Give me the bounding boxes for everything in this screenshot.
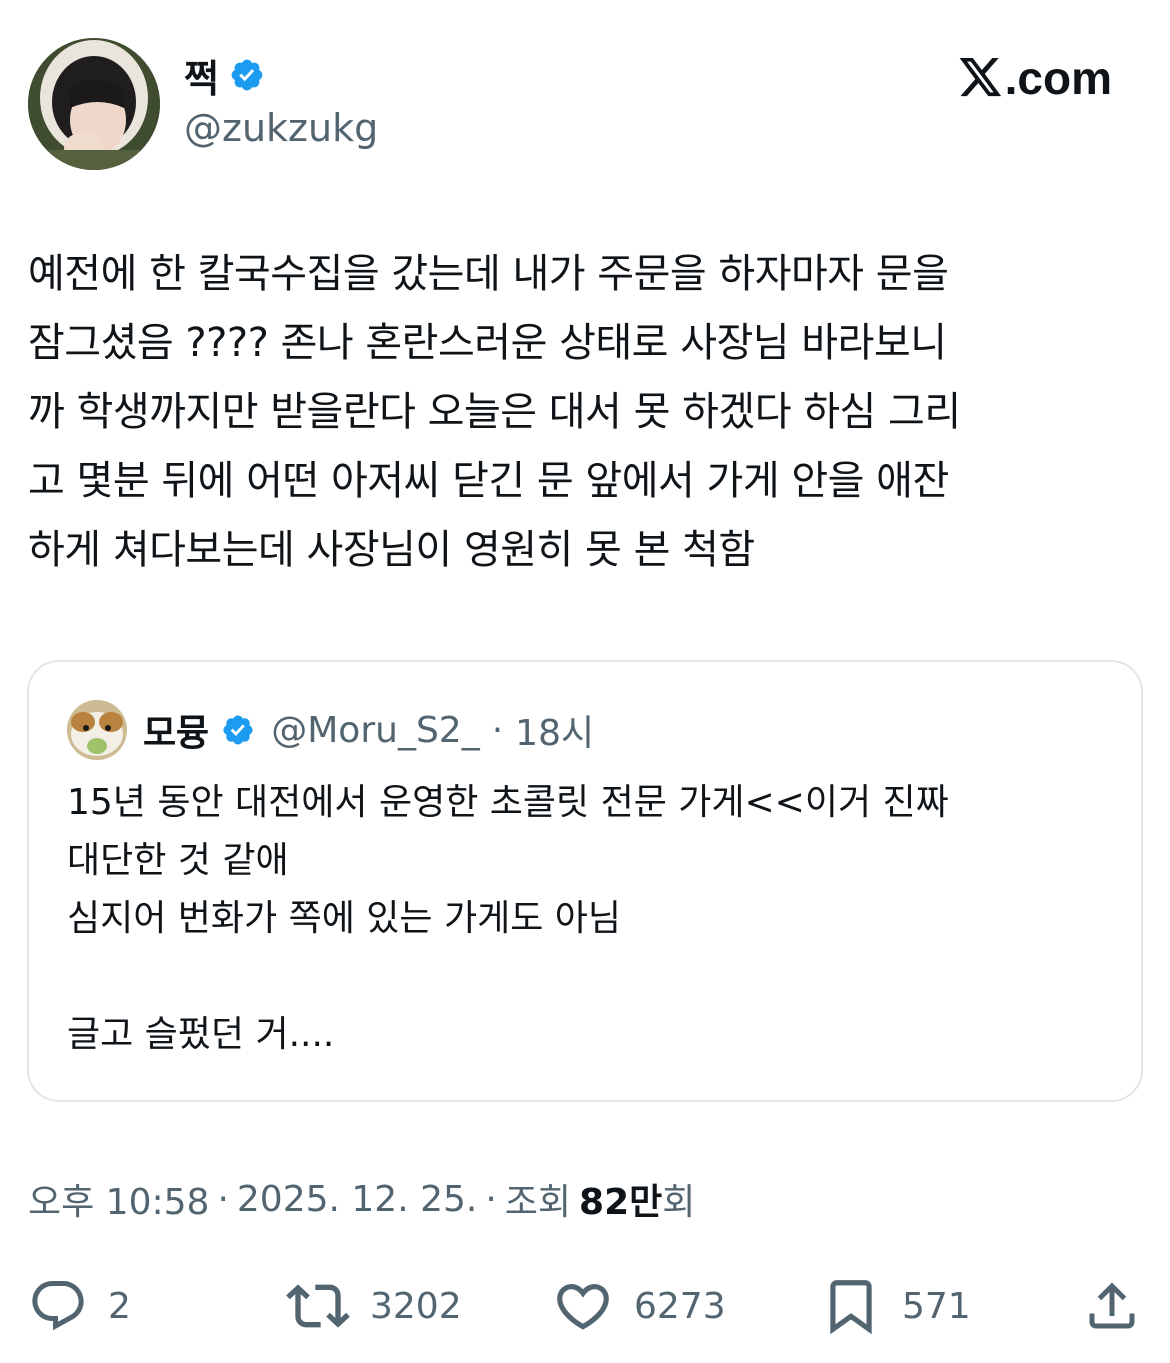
quoted-author-avatar[interactable] [67,700,127,760]
separator-dot: · [217,1178,229,1220]
tweet-line: 고 몇분 뒤에 어떤 아저씨 닫긴 문 앞에서 가게 안을 애잔 [28,458,949,504]
separator-dot: · [491,709,504,751]
tweet-text: 예전에 한 칼국수집을 갔는데 내가 주문을 하자마자 문을 잠그셨음 ????… [28,240,1146,585]
action-bar: 2 3202 6273 571 [28,1272,1142,1340]
tweet-meta: 오후 10:58 · 2025. 12. 25. · 조회 82만 회 [28,1172,695,1226]
brand-label: .com [1004,52,1112,104]
quoted-handle[interactable]: @Moru_S2_ [271,710,479,751]
author-name-row: 쩍 [184,48,265,103]
share-button[interactable] [1082,1272,1142,1340]
quoted-tweet-card[interactable]: 모뮹 @Moru_S2_ · 18시 15년 동안 대전에서 운영한 초콜릿 전… [27,660,1143,1102]
post-date[interactable]: 2025. 12. 25. [237,1179,477,1220]
views-suffix: 회 [662,1182,696,1223]
reply-icon [32,1281,84,1331]
quoted-tweet-header: 모뮹 @Moru_S2_ · 18시 [67,700,594,760]
quoted-line: 15년 동안 대전에서 운영한 초콜릿 전문 가게<<이거 진짜 [67,782,949,823]
repost-count: 3202 [370,1285,462,1327]
like-count: 6273 [634,1285,726,1327]
separator-dot: · [485,1178,497,1220]
quoted-line: 대단한 것 같애 [67,840,289,881]
profile-photo [28,38,160,170]
quoted-time[interactable]: 18시 [515,704,594,756]
reply-button[interactable]: 2 [28,1272,131,1340]
guinea-pig-photo [67,700,127,760]
quoted-tweet-text: 15년 동안 대전에서 운영한 초콜릿 전문 가게<<이거 진짜 대단한 것 같… [67,774,1107,1064]
heart-icon [557,1284,609,1330]
bookmark-button[interactable]: 571 [820,1272,971,1340]
repost-icon [286,1284,350,1328]
views-count: 82만 [579,1182,663,1223]
tweet-line: 잠그셨음 ???? 존나 혼란스러운 상태로 사장님 바라보니 [28,320,947,366]
author-display-name[interactable]: 쩍 [184,48,219,103]
verified-badge-icon [231,59,263,91]
verified-badge-icon [223,715,253,745]
quoted-line [67,948,1107,1006]
quoted-display-name[interactable]: 모뮹 [143,704,209,756]
views-label: 조회 [504,1182,572,1223]
bookmark-count: 571 [902,1285,971,1327]
x-logo-icon [959,58,1001,97]
like-button[interactable]: 6273 [552,1272,726,1340]
author-avatar[interactable] [28,38,160,170]
tweet-line: 예전에 한 칼국수집을 갔는데 내가 주문을 하자마자 문을 [28,251,949,297]
author-handle[interactable]: @zukzukg [184,106,378,150]
reply-count: 2 [108,1285,131,1327]
repost-button[interactable]: 3202 [286,1272,462,1340]
share-icon [1089,1282,1135,1329]
brand-watermark: .com [959,50,1112,106]
post-time[interactable]: 오후 10:58 [28,1173,209,1225]
quoted-line: 글고 슬펐던 거.... [67,1014,335,1055]
tweet-line: 까 학생까지만 받을란다 오늘은 대서 못 하겠다 하심 그리 [28,389,961,435]
tweet-line: 하게 쳐다보는데 사장님이 영원히 못 본 척함 [28,527,755,573]
quoted-line: 심지어 번화가 쪽에 있는 가게도 아님 [67,898,622,939]
bookmark-icon [830,1280,872,1335]
